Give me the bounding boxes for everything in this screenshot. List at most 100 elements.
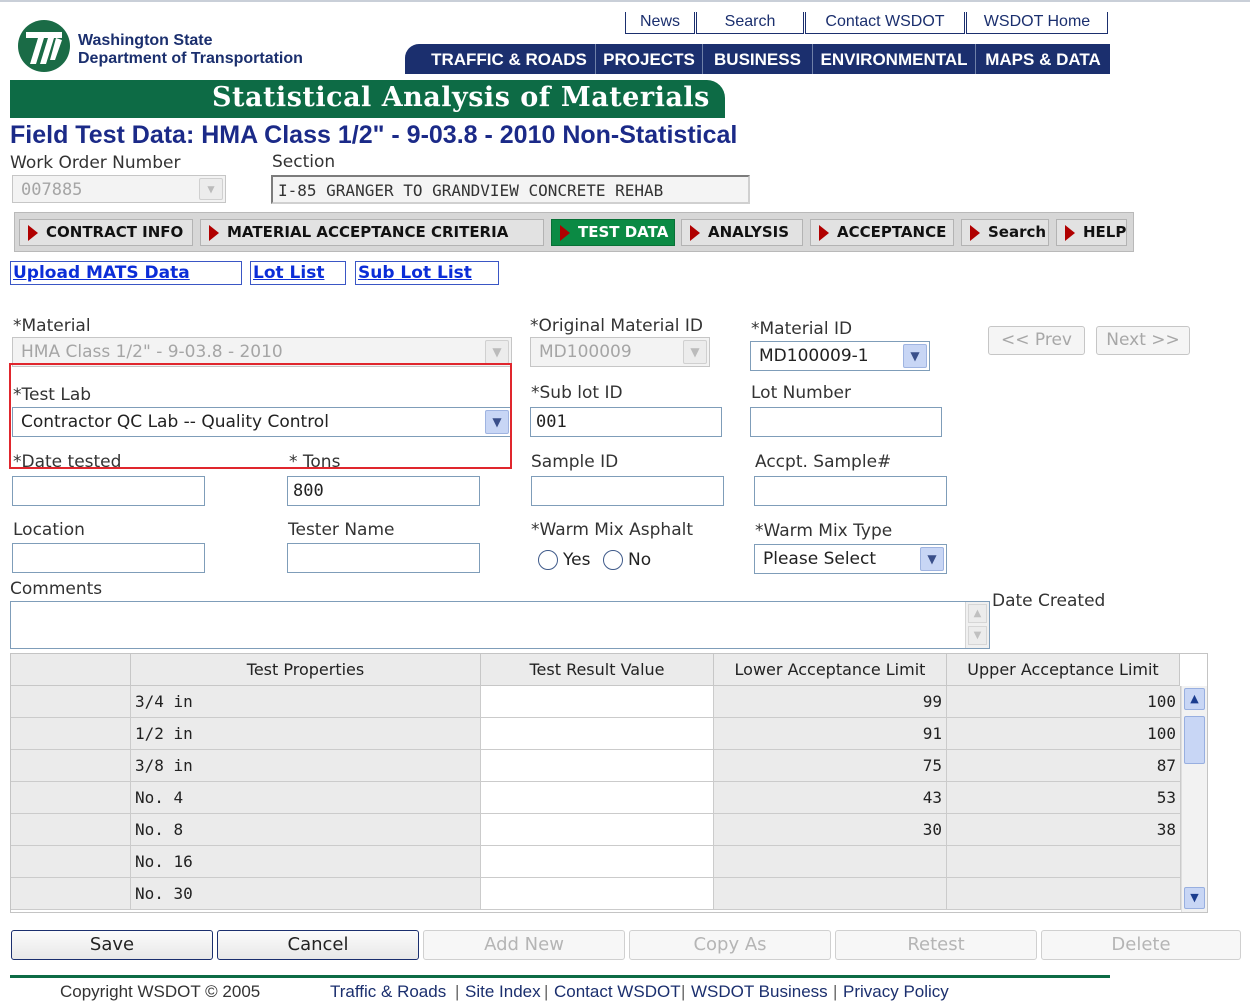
chevron-down-icon: ▼	[920, 547, 944, 571]
test-result-cell[interactable]	[481, 686, 714, 718]
org-name-line1: Washington State	[78, 32, 213, 49]
caret-right-icon	[970, 225, 980, 241]
grid-scrollbar[interactable]: ▲ ▼	[1181, 686, 1207, 912]
scroll-down-icon[interactable]: ▼	[1184, 887, 1205, 909]
original-material-id-label: *Original Material ID	[530, 316, 703, 336]
comments-textarea[interactable]: ▲ ▼	[10, 601, 990, 649]
test-result-cell[interactable]	[481, 782, 714, 814]
warm-mix-yes-radio[interactable]	[538, 550, 558, 570]
upload-mats-data-link[interactable]: Upload MATS Data	[10, 261, 242, 285]
tab-help[interactable]: HELP	[1056, 219, 1127, 246]
accpt-sample-input[interactable]	[754, 476, 947, 506]
warm-mix-no-label: No	[628, 550, 652, 570]
wsdot-logo[interactable]: Washington State Department of Transport…	[14, 18, 344, 73]
date-created-label: Date Created	[992, 591, 1106, 611]
test-property-cell: No. 30	[131, 878, 481, 910]
cancel-button[interactable]: Cancel	[217, 930, 419, 960]
chevron-down-icon: ▼	[199, 178, 223, 200]
row-header-cell	[11, 750, 131, 782]
util-link-search[interactable]: Search	[696, 12, 804, 34]
chevron-down-icon: ▼	[485, 340, 509, 364]
upper-limit-cell	[947, 878, 1181, 910]
material-id-select[interactable]: MD100009-1 ▼	[750, 341, 930, 371]
warm-mix-yes-label: Yes	[563, 550, 591, 570]
tons-input[interactable]: 800	[287, 476, 480, 506]
chevron-down-icon: ▼	[903, 344, 927, 368]
util-link-home[interactable]: WSDOT Home	[966, 12, 1108, 34]
test-result-cell[interactable]	[481, 814, 714, 846]
test-property-cell: 3/8 in	[131, 750, 481, 782]
caret-right-icon	[28, 225, 38, 241]
warm-mix-type-select[interactable]: Please Select ▼	[754, 544, 947, 574]
next-button[interactable]: Next >>	[1096, 326, 1190, 355]
warm-mix-no-radio[interactable]	[603, 550, 623, 570]
nav-traffic-roads[interactable]: TRAFFIC & ROADS	[423, 44, 595, 74]
tab-contract-info[interactable]: CONTRACT INFO	[19, 219, 193, 246]
tab-material-acceptance-criteria[interactable]: MATERIAL ACCEPTANCE CRITERIA	[200, 219, 544, 246]
footer-link-contact[interactable]: Contact WSDOT	[554, 982, 681, 1002]
util-link-news[interactable]: News	[625, 12, 695, 34]
scroll-thumb[interactable]	[1184, 716, 1205, 764]
upper-limit-cell: 38	[947, 814, 1181, 846]
footer-link-privacy[interactable]: Privacy Policy	[843, 982, 949, 1002]
test-property-cell: 1/2 in	[131, 718, 481, 750]
test-result-cell[interactable]	[481, 846, 714, 878]
caret-right-icon	[209, 225, 219, 241]
sub-lot-id-label: *Sub lot ID	[531, 383, 623, 403]
scroll-up-icon[interactable]: ▲	[968, 604, 987, 623]
add-new-button[interactable]: Add New	[423, 930, 625, 960]
footer-link-traffic-roads[interactable]: Traffic & Roads	[330, 982, 446, 1002]
sub-lot-list-link[interactable]: Sub Lot List	[355, 261, 499, 285]
test-result-cell[interactable]	[481, 718, 714, 750]
footer-separator: |	[833, 982, 838, 1001]
delete-button[interactable]: Delete	[1041, 930, 1241, 960]
work-order-label: Work Order Number	[10, 153, 181, 173]
section-field[interactable]: I-85 GRANGER TO GRANDVIEW CONCRETE REHAB	[271, 175, 750, 204]
test-result-cell[interactable]	[481, 878, 714, 910]
nav-environmental[interactable]: ENVIRONMENTAL	[812, 44, 975, 74]
location-label: Location	[13, 520, 85, 540]
caret-right-icon	[1065, 225, 1075, 241]
retest-button[interactable]: Retest	[835, 930, 1037, 960]
test-property-cell: No. 8	[131, 814, 481, 846]
util-link-contact[interactable]: Contact WSDOT	[805, 12, 965, 34]
nav-maps-data[interactable]: MAPS & DATA	[975, 44, 1110, 74]
date-tested-input[interactable]	[12, 476, 205, 506]
tab-analysis[interactable]: ANALYSIS	[681, 219, 803, 246]
tab-search[interactable]: Search	[961, 219, 1049, 246]
row-header-cell	[11, 878, 131, 910]
lot-number-input[interactable]	[750, 407, 942, 437]
sample-id-input[interactable]	[531, 476, 724, 506]
scroll-up-icon[interactable]: ▲	[1184, 688, 1205, 710]
footer-link-site-index[interactable]: Site Index	[465, 982, 541, 1002]
footer-separator: |	[455, 982, 460, 1001]
tester-name-input[interactable]	[287, 543, 480, 573]
copy-as-button[interactable]: Copy As	[629, 930, 831, 960]
comments-scrollbar[interactable]: ▲ ▼	[965, 602, 989, 648]
prev-button[interactable]: << Prev	[988, 326, 1085, 355]
test-result-cell[interactable]	[481, 750, 714, 782]
row-header-cell	[11, 718, 131, 750]
save-button[interactable]: Save	[11, 930, 213, 960]
location-input[interactable]	[12, 543, 205, 573]
upper-limit-cell: 87	[947, 750, 1181, 782]
col-header-lower-limit: Lower Acceptance Limit	[714, 654, 947, 686]
test-property-cell: 3/4 in	[131, 686, 481, 718]
caret-right-icon	[560, 225, 570, 241]
sub-lot-id-input[interactable]: 001	[530, 407, 722, 437]
app-banner-title: Statistical Analysis of Materials	[212, 82, 710, 113]
row-header-cell	[11, 686, 131, 718]
lot-list-link[interactable]: Lot List	[250, 261, 346, 285]
tab-test-data[interactable]: TEST DATA	[551, 219, 675, 246]
nav-business[interactable]: BUSINESS	[702, 44, 812, 74]
lower-limit-cell: 30	[714, 814, 947, 846]
scroll-down-icon[interactable]: ▼	[968, 626, 987, 645]
tab-acceptance[interactable]: ACCEPTANCE	[810, 219, 954, 246]
footer-link-business[interactable]: WSDOT Business	[691, 982, 828, 1002]
nav-projects[interactable]: PROJECTS	[595, 44, 702, 74]
section-label: Section	[272, 152, 336, 172]
test-property-cell: No. 16	[131, 846, 481, 878]
sample-id-label: Sample ID	[531, 452, 619, 472]
original-material-id-select[interactable]: MD100009 ▼	[530, 337, 710, 367]
work-order-select[interactable]: 007885 ▼	[12, 175, 226, 203]
